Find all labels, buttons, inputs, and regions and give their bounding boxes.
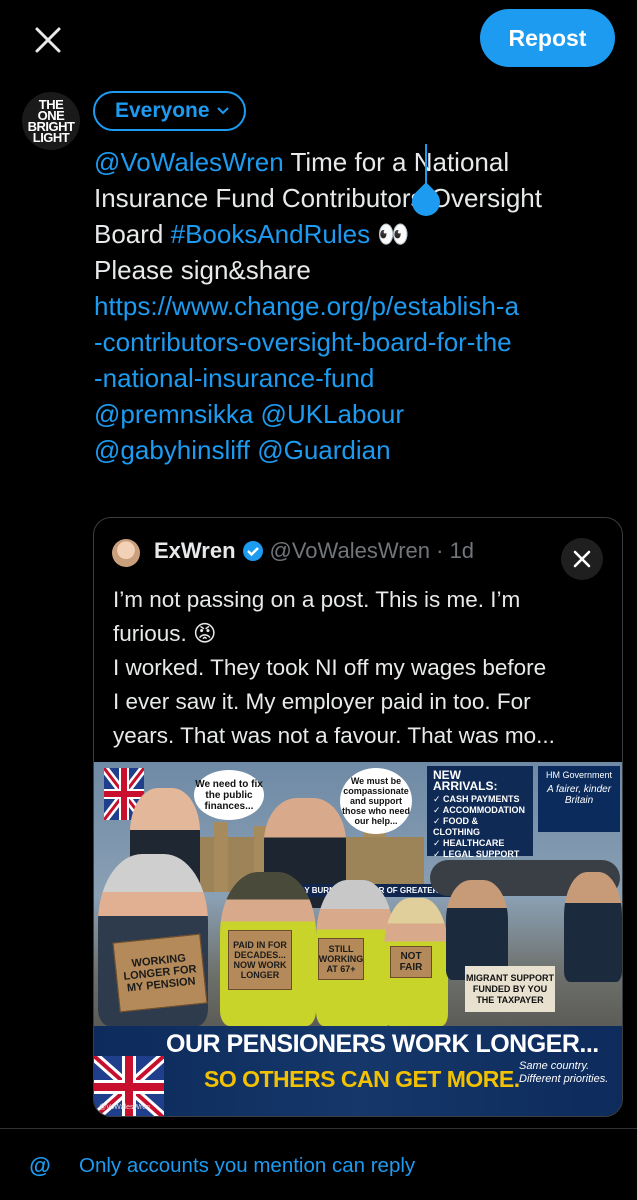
- mentions-link[interactable]: @premnsikka @UKLabour: [94, 396, 624, 432]
- quote-line: I worked. They took NI off my wages befo…: [113, 655, 547, 680]
- banner-tagline: Same country. Different priorities.: [519, 1060, 609, 1085]
- verified-badge-icon: [242, 541, 263, 561]
- quote-image[interactable]: We need to fix the public finances... We…: [94, 762, 622, 1116]
- quote-avatar: [112, 539, 140, 567]
- quote-header: ExWren @VoWalesWren · 1d: [154, 538, 474, 564]
- protest-sign: NOT FAIR: [390, 946, 432, 978]
- eyes-emoji: 👀: [370, 219, 410, 249]
- quote-author-name: ExWren: [154, 538, 236, 563]
- avatar-logo-text: LIGHT: [32, 130, 70, 146]
- protest-sign: STILL WORKING AT 67+: [318, 938, 364, 980]
- compose-line: Please sign&share: [94, 252, 624, 288]
- compose-text[interactable]: @VoWalesWren Time for a National Insuran…: [94, 144, 624, 468]
- arrivals-item: ✓ FOOD & CLOTHING: [433, 816, 480, 837]
- mention-link[interactable]: @VoWalesWren: [94, 147, 284, 177]
- migrant-support-sign: MIGRANT SUPPORT FUNDED BY YOU THE TAXPAY…: [465, 966, 555, 1012]
- figure-official: [564, 872, 622, 982]
- url-link[interactable]: -national-insurance-fund: [94, 360, 624, 396]
- audience-selector[interactable]: Everyone: [93, 91, 246, 131]
- protest-sign: PAID IN FOR DECADES... NOW WORK LONGER: [228, 930, 292, 990]
- audience-label: Everyone: [115, 99, 210, 122]
- speech-bubble: We need to fix the public finances...: [194, 770, 264, 820]
- image-banner: OUR PENSIONERS WORK LONGER... SO OTHERS …: [94, 1026, 622, 1116]
- chevron-down-icon: [216, 107, 229, 115]
- banner-headline: OUR PENSIONERS WORK LONGER...: [166, 1030, 599, 1058]
- quote-line: furious. 😡: [113, 621, 217, 646]
- arrivals-item: ✓ ACCOMMODATION: [433, 805, 526, 815]
- arrivals-item: ✓ LEGAL SUPPORT: [433, 849, 520, 859]
- quote-handle: @VoWalesWren · 1d: [269, 538, 475, 563]
- repost-button[interactable]: Repost: [480, 9, 615, 67]
- reply-settings-label: Only accounts you mention can reply: [79, 1154, 416, 1177]
- banner-subheadline: SO OTHERS CAN GET MORE.: [204, 1066, 520, 1092]
- compose-text-span: Time for a National: [283, 147, 510, 177]
- compose-line: Insurance Fund Contributors Oversight: [94, 180, 624, 216]
- hashtag-link[interactable]: #BooksAndRules: [171, 219, 370, 249]
- compose-line: @VoWalesWren Time for a National: [94, 144, 624, 180]
- close-icon: [573, 550, 591, 568]
- url-link[interactable]: https://www.change.org/p/establish-a: [94, 288, 624, 324]
- quoted-post[interactable]: ExWren @VoWalesWren · 1d I’m not passing…: [93, 517, 623, 1117]
- hm-government-board: HM Government A fairer, kinder Britain: [538, 766, 620, 832]
- mentions-link[interactable]: @gabyhinsliff @Guardian: [94, 432, 624, 468]
- compose-text-span: Please sign&share: [94, 255, 311, 285]
- image-credit: @VoWalesWren: [99, 1104, 151, 1111]
- at-sign-icon: @: [29, 1153, 51, 1178]
- quote-body: I’m not passing on a post. This is me. I…: [113, 583, 613, 753]
- figure-official: [446, 880, 508, 980]
- compose-text-span: Board: [94, 219, 171, 249]
- close-icon[interactable]: [28, 20, 68, 60]
- avatar[interactable]: THE ONE BRIGHT LIGHT: [22, 92, 80, 150]
- compose-line: Board #BooksAndRules 👀: [94, 216, 624, 252]
- divider: [0, 1128, 637, 1129]
- url-link[interactable]: -contributors-oversight-board-for-the: [94, 324, 624, 360]
- hm-government-slogan: A fairer, kinder Britain: [546, 784, 612, 806]
- arrivals-item: ✓ HEALTHCARE: [433, 838, 505, 848]
- speech-bubble: We must be compassionate and support tho…: [340, 768, 412, 834]
- hm-government-label: HM Government: [545, 770, 613, 780]
- new-arrivals-board: NEW ARRIVALS: ✓ CASH PAYMENTS ✓ ACCOMMOD…: [427, 766, 533, 859]
- reply-settings[interactable]: @ Only accounts you mention can reply: [27, 1153, 415, 1179]
- quote-line: years. That was not a favour. That was m…: [113, 723, 555, 748]
- compose-text-span: Insurance Fund Contributors Oversight: [94, 183, 542, 213]
- arrivals-item: ✓ CASH PAYMENTS: [433, 794, 520, 804]
- top-bar: Repost: [0, 0, 637, 80]
- arrivals-title: NEW ARRIVALS:: [433, 768, 498, 793]
- remove-quote-button[interactable]: [561, 538, 603, 580]
- quote-line: I’m not passing on a post. This is me. I…: [113, 587, 521, 612]
- quote-line: I ever saw it. My employer paid in too. …: [113, 689, 531, 714]
- protest-sign: WORKING LONGER FOR MY PENSION: [112, 933, 208, 1013]
